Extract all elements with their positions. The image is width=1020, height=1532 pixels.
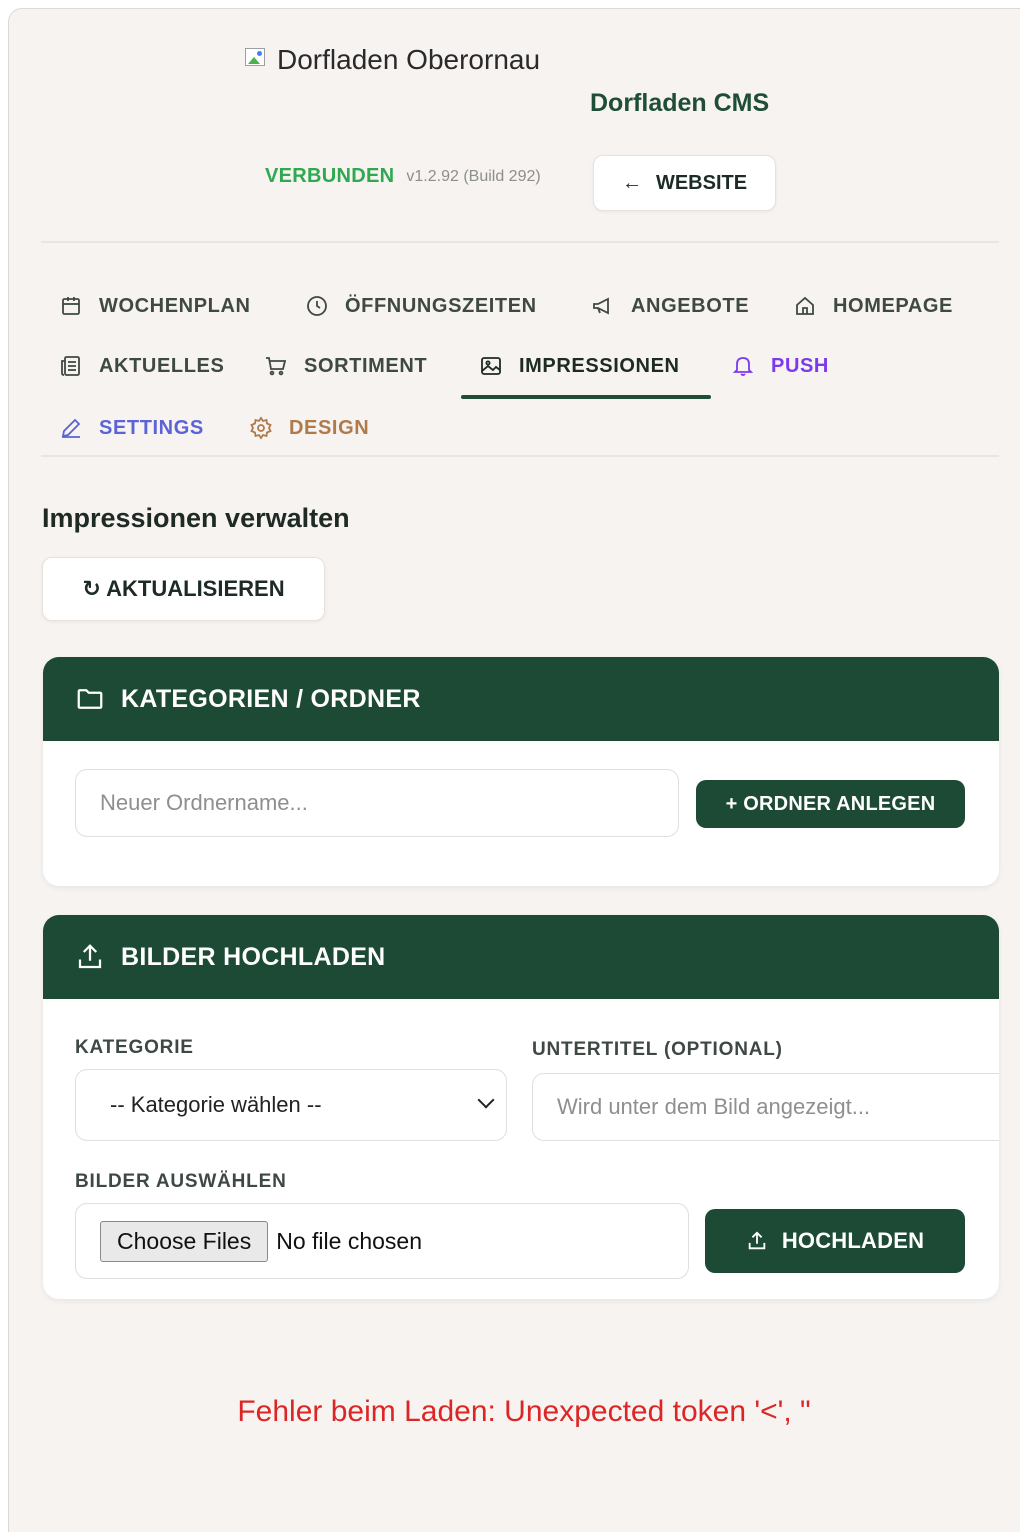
- choose-files-button[interactable]: Choose Files: [100, 1220, 269, 1262]
- clock-icon: [307, 296, 327, 316]
- category-label: KATEGORIE: [75, 1037, 194, 1058]
- connection-status: VERBUNDEN v1.2.92 (Build 292): [265, 165, 541, 188]
- upload-icon: [78, 944, 102, 969]
- upload-icon: [748, 1231, 766, 1250]
- version-label: v1.2.92 (Build 292): [406, 167, 541, 185]
- newspaper-icon: [61, 356, 80, 376]
- logo: Dorfladen Oberornau: [243, 43, 540, 77]
- tab-label: DESIGN: [289, 416, 370, 439]
- tab-oeffnungszeiten[interactable]: ÖFFNUNGSZEITEN: [305, 291, 537, 321]
- refresh-button[interactable]: ↻ AKTUALISIEREN: [42, 557, 325, 621]
- files-label: BILDER AUSWÄHLEN: [75, 1171, 287, 1192]
- page-title: Impressionen verwalten: [42, 503, 350, 533]
- active-tab-indicator: [461, 395, 711, 399]
- upload-card: BILDER HOCHLADEN KATEGORIE -- Kategorie …: [43, 915, 999, 1299]
- upload-button[interactable]: HOCHLADEN: [705, 1209, 965, 1273]
- add-folder-button[interactable]: + ORDNER ANLEGEN: [696, 780, 965, 828]
- tab-label: AKTUELLES: [99, 354, 225, 377]
- broken-image-icon: [243, 45, 273, 71]
- pencil-icon: [61, 418, 81, 438]
- tab-settings[interactable]: SETTINGS: [59, 413, 204, 443]
- arrow-left-icon: ←: [621, 171, 642, 194]
- subtitle-input[interactable]: [532, 1073, 999, 1141]
- tab-label: SORTIMENT: [304, 354, 428, 377]
- tab-sortiment[interactable]: SORTIMENT: [264, 351, 427, 381]
- categories-card-header: KATEGORIEN / ORDNER: [43, 657, 999, 741]
- tab-wochenplan[interactable]: WOCHENPLAN: [59, 291, 251, 321]
- tab-impressionen[interactable]: IMPRESSIONEN: [479, 351, 680, 381]
- tab-angebote[interactable]: ANGEBOTE: [591, 291, 749, 321]
- calendar-icon: [62, 297, 80, 315]
- file-picker[interactable]: Choose Files No file chosen: [75, 1203, 689, 1279]
- subtitle-label: UNTERTITEL (OPTIONAL): [532, 1039, 783, 1060]
- category-select-value: -- Kategorie wählen --: [110, 1092, 322, 1117]
- categories-card-title: KATEGORIEN / ORDNER: [121, 684, 421, 713]
- chevron-down-icon: [477, 1091, 495, 1109]
- logo-alt-text: Dorfladen Oberornau: [277, 44, 541, 75]
- home-icon: [796, 296, 814, 315]
- megaphone-icon: [593, 297, 609, 315]
- tab-design[interactable]: DESIGN: [249, 413, 369, 443]
- upload-card-title: BILDER HOCHLADEN: [121, 942, 386, 971]
- nav-divider: [41, 455, 999, 457]
- tab-push[interactable]: PUSH: [731, 351, 829, 381]
- page-container: Dorfladen Oberornau Dorfladen CMS VERBUN…: [8, 8, 1020, 1532]
- file-status-text: No file chosen: [276, 1227, 422, 1254]
- tab-homepage[interactable]: HOMEPAGE: [793, 291, 953, 321]
- image-icon: [481, 357, 501, 375]
- tab-label: IMPRESSIONEN: [519, 354, 680, 377]
- tab-label: HOMEPAGE: [833, 294, 953, 317]
- tab-label: PUSH: [771, 354, 829, 377]
- header-divider: [41, 241, 999, 243]
- bell-icon: [732, 357, 754, 376]
- category-select[interactable]: -- Kategorie wählen --: [75, 1069, 507, 1141]
- upload-button-label: HOCHLADEN: [781, 1228, 925, 1253]
- tab-label: WOCHENPLAN: [99, 294, 251, 317]
- tab-label: ANGEBOTE: [631, 294, 750, 317]
- gear-icon: [250, 416, 272, 440]
- tab-label: ÖFFNUNGSZEITEN: [345, 294, 537, 317]
- folder-name-input[interactable]: [75, 769, 679, 837]
- website-button[interactable]: ← WEBSITE: [593, 155, 776, 211]
- status-badge: VERBUNDEN: [265, 165, 395, 187]
- upload-card-header: BILDER HOCHLADEN: [43, 915, 999, 999]
- website-button-label: WEBSITE: [655, 171, 748, 194]
- tab-label: SETTINGS: [99, 416, 204, 439]
- cart-icon: [266, 357, 287, 376]
- tab-aktuelles[interactable]: AKTUELLES: [59, 351, 224, 381]
- cms-title: Dorfladen CMS: [590, 89, 770, 117]
- error-message: Fehler beim Laden: Unexpected token '<',…: [237, 1395, 811, 1428]
- folder-icon: [77, 689, 103, 709]
- categories-card: KATEGORIEN / ORDNER + ORDNER ANLEGEN: [43, 657, 999, 886]
